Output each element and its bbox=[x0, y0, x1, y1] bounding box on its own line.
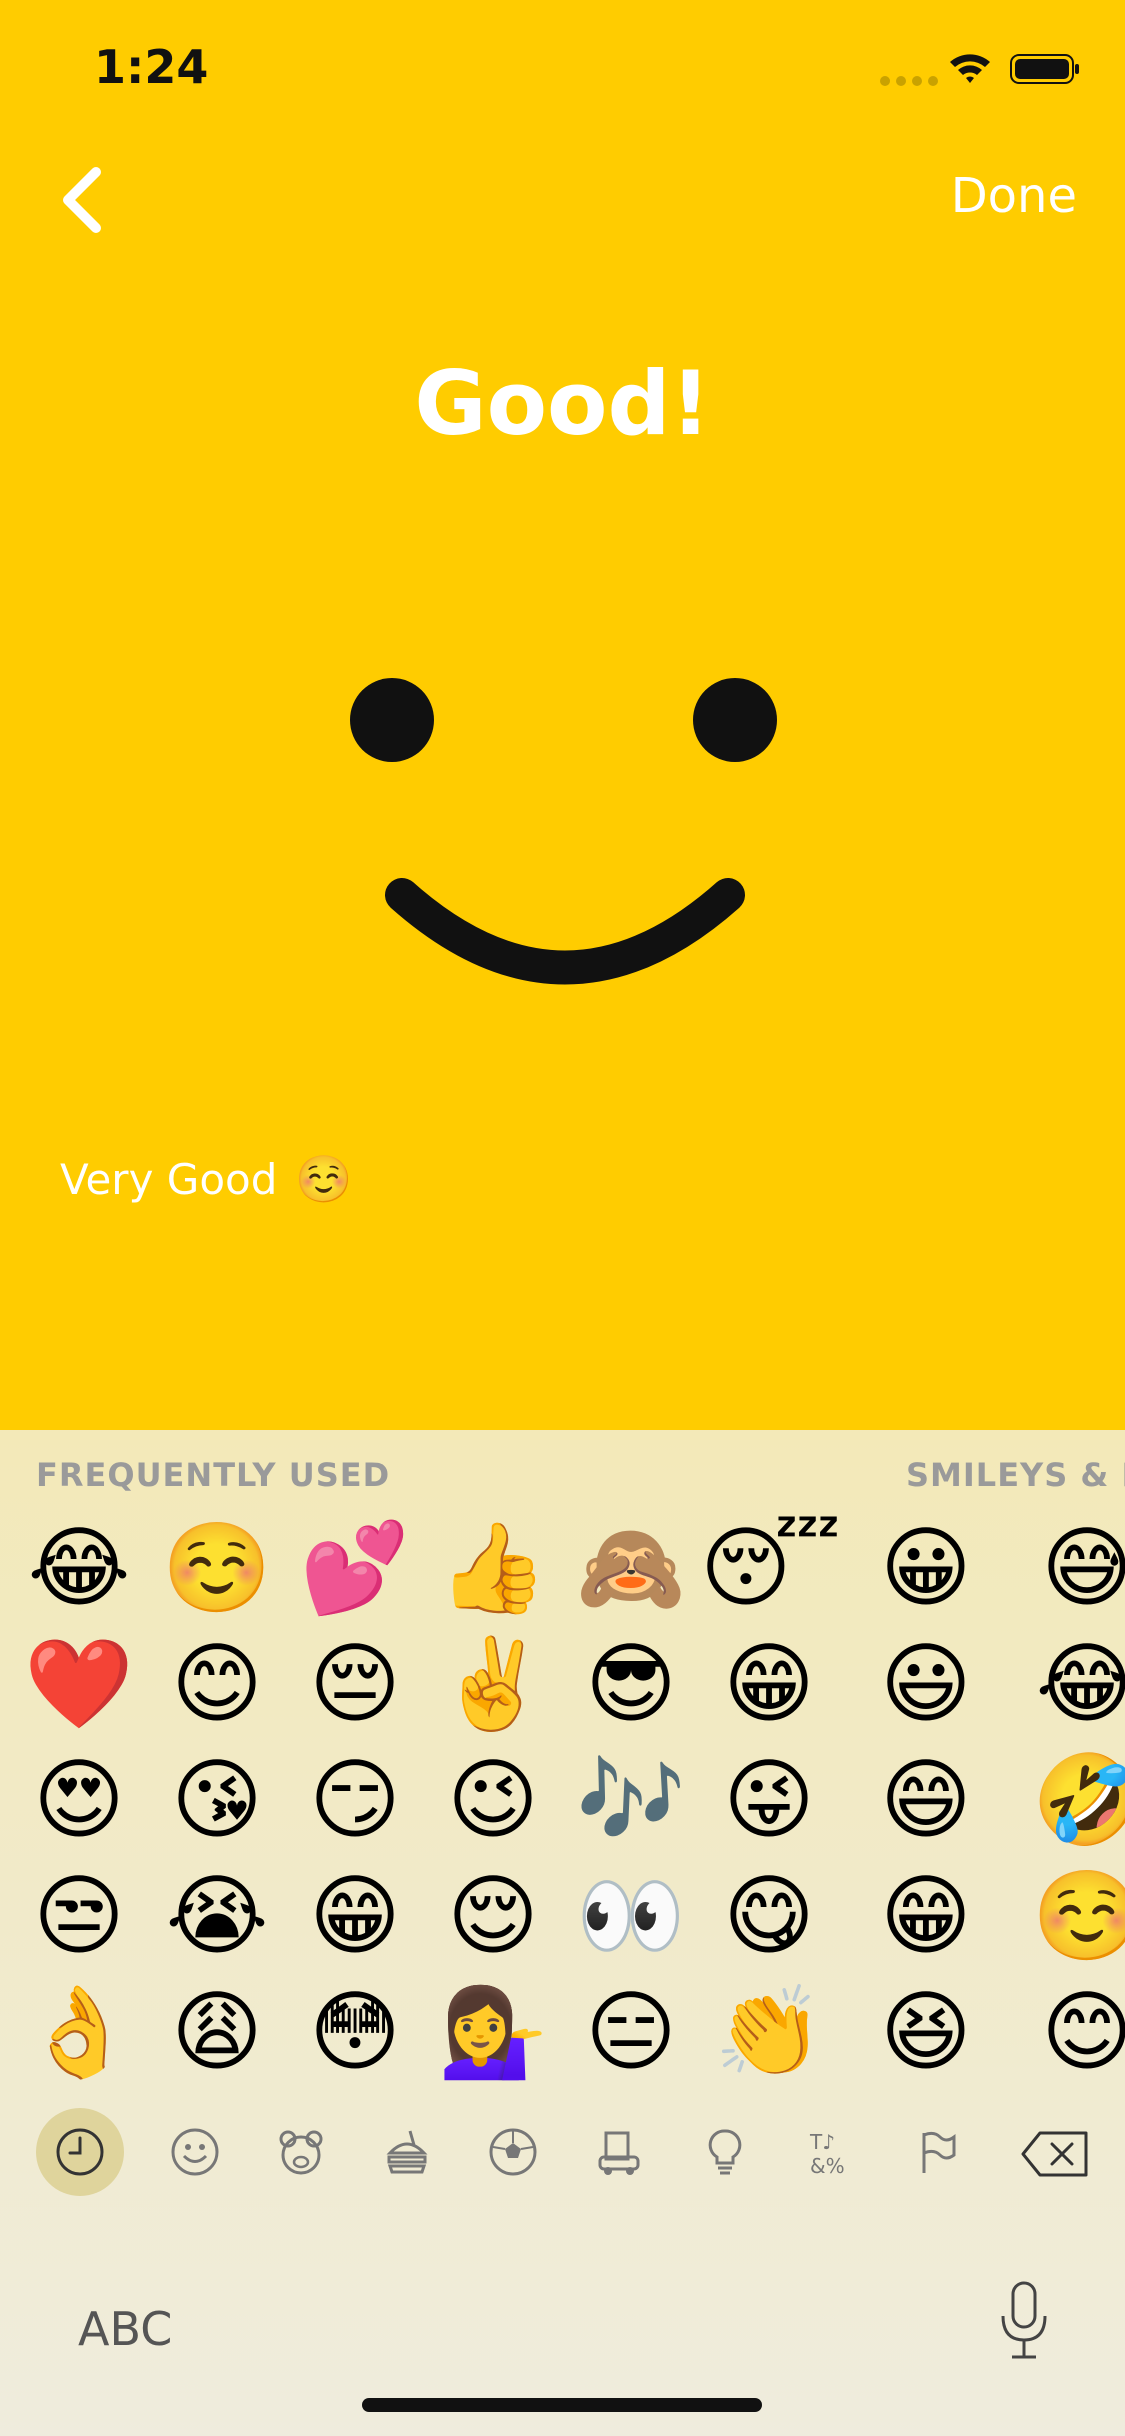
emoji-key[interactable]: 😁 bbox=[838, 1858, 1018, 1974]
cellular-signal-icon bbox=[880, 76, 938, 86]
category-flags[interactable] bbox=[884, 2104, 990, 2200]
emoji-key[interactable]: 🎶 bbox=[562, 1742, 700, 1858]
emoji-key[interactable]: 👀 bbox=[562, 1858, 700, 1974]
emoji-key[interactable]: 😔 bbox=[286, 1626, 424, 1742]
right-eye bbox=[693, 678, 777, 762]
emoji-key[interactable]: 😑 bbox=[562, 1974, 700, 2090]
category-food[interactable] bbox=[354, 2104, 460, 2200]
emoji-key[interactable]: ☺️ bbox=[148, 1510, 286, 1626]
home-indicator[interactable] bbox=[362, 2398, 762, 2412]
delete-key[interactable] bbox=[1020, 2130, 1090, 2178]
emoji-key[interactable]: 😃 bbox=[838, 1626, 1018, 1742]
emoji-category-bar: T♪ &% bbox=[36, 2104, 1086, 2200]
mood-note[interactable]: Very Good ☺️ bbox=[60, 1152, 353, 1207]
emoji-key[interactable]: 😳 bbox=[286, 1974, 424, 2090]
svg-text:T♪: T♪ bbox=[809, 2130, 835, 2154]
smile-mouth bbox=[385, 878, 745, 985]
emoji-key[interactable]: 👌 bbox=[10, 1974, 148, 2090]
emoji-key[interactable]: 😏 bbox=[286, 1742, 424, 1858]
status-time: 1:24 bbox=[94, 40, 209, 94]
smiley-face-icon bbox=[350, 678, 777, 985]
category-smileys[interactable] bbox=[142, 2104, 248, 2200]
emoji-key[interactable]: 👍 bbox=[424, 1510, 562, 1626]
emoji-key[interactable]: 😀 bbox=[838, 1510, 1018, 1626]
done-button[interactable]: Done bbox=[951, 168, 1077, 224]
emoji-key[interactable]: 👏 bbox=[700, 1974, 838, 2090]
note-emoji: ☺️ bbox=[295, 1152, 353, 1206]
emoji-key[interactable]: 💕 bbox=[286, 1510, 424, 1626]
svg-text:&%: &% bbox=[810, 2154, 845, 2178]
microphone-icon[interactable] bbox=[996, 2280, 1052, 2362]
emoji-key[interactable]: 😘 bbox=[148, 1742, 286, 1858]
emoji-key[interactable]: 😂 bbox=[10, 1510, 148, 1626]
emoji-key[interactable]: 😋 bbox=[700, 1858, 838, 1974]
category-recent[interactable] bbox=[36, 2108, 124, 2196]
category-activity[interactable] bbox=[460, 2104, 566, 2200]
soccer-ball-icon bbox=[489, 2128, 537, 2176]
burger-icon bbox=[386, 2130, 428, 2174]
section-frequently-used: FREQUENTLY USED bbox=[36, 1456, 391, 1494]
emoji-key[interactable]: 😁 bbox=[286, 1858, 424, 1974]
wifi-icon bbox=[950, 54, 990, 83]
emoji-key[interactable]: 😭 bbox=[148, 1858, 286, 1974]
emoji-key[interactable]: ❤️ bbox=[10, 1626, 148, 1742]
emoji-key[interactable]: 🙈 bbox=[562, 1510, 700, 1626]
flag-icon bbox=[922, 2131, 956, 2173]
bear-icon bbox=[279, 2130, 323, 2175]
emoji-key[interactable]: 😉 bbox=[424, 1742, 562, 1858]
abc-keyboard-switch[interactable]: ABC bbox=[78, 2302, 172, 2356]
mood-title: Good! bbox=[414, 352, 711, 455]
emoji-key[interactable]: 💁‍♀️ bbox=[424, 1974, 562, 2090]
emoji-key[interactable]: 😅 bbox=[1018, 1510, 1125, 1626]
emoji-key[interactable]: 😂 bbox=[1018, 1626, 1125, 1742]
emoji-key[interactable]: ✌️ bbox=[424, 1626, 562, 1742]
emoji-key[interactable]: 😜 bbox=[700, 1742, 838, 1858]
category-travel[interactable] bbox=[566, 2104, 672, 2200]
emoji-key[interactable]: 😴 bbox=[700, 1510, 841, 1626]
clock-icon bbox=[56, 2128, 104, 2176]
emoji-key[interactable]: ☺️ bbox=[1018, 1858, 1125, 1974]
section-smileys-people: SMILEYS & P bbox=[906, 1456, 1125, 1494]
emoji-key[interactable]: 😄 bbox=[838, 1742, 1018, 1858]
emoji-grid: 😂 ☺️ 💕 👍 🙈 😴 😀 😅 ❤️ 😊 😔 ✌️ 😎 😁 😃 😂 😍 😘 😏… bbox=[0, 1510, 1125, 2090]
emoji-key[interactable]: 😌 bbox=[424, 1858, 562, 1974]
emoji-key[interactable]: 😊 bbox=[1018, 1974, 1125, 2090]
emoji-key[interactable]: 😩 bbox=[148, 1974, 286, 2090]
emoji-key[interactable]: 😆 bbox=[838, 1974, 1018, 2090]
back-button[interactable] bbox=[56, 160, 116, 240]
lightbulb-icon bbox=[708, 2129, 742, 2175]
battery-icon bbox=[1010, 54, 1079, 84]
category-symbols[interactable]: T♪ &% bbox=[778, 2104, 884, 2200]
emoji-key[interactable]: 😎 bbox=[562, 1626, 700, 1742]
smiley-icon bbox=[171, 2128, 219, 2176]
emoji-key[interactable]: 😒 bbox=[10, 1858, 148, 1974]
emoji-key[interactable]: 😊 bbox=[148, 1626, 286, 1742]
emoji-key[interactable]: 😍 bbox=[10, 1742, 148, 1858]
buildings-car-icon bbox=[598, 2131, 640, 2175]
emoji-key[interactable]: 🤣 bbox=[1018, 1742, 1125, 1858]
category-objects[interactable] bbox=[672, 2104, 778, 2200]
note-text: Very Good bbox=[60, 1155, 278, 1204]
symbols-icon: T♪&% bbox=[809, 2130, 845, 2178]
emoji-key[interactable]: 😁 bbox=[700, 1626, 838, 1742]
left-eye bbox=[350, 678, 434, 762]
category-animals[interactable] bbox=[248, 2104, 354, 2200]
